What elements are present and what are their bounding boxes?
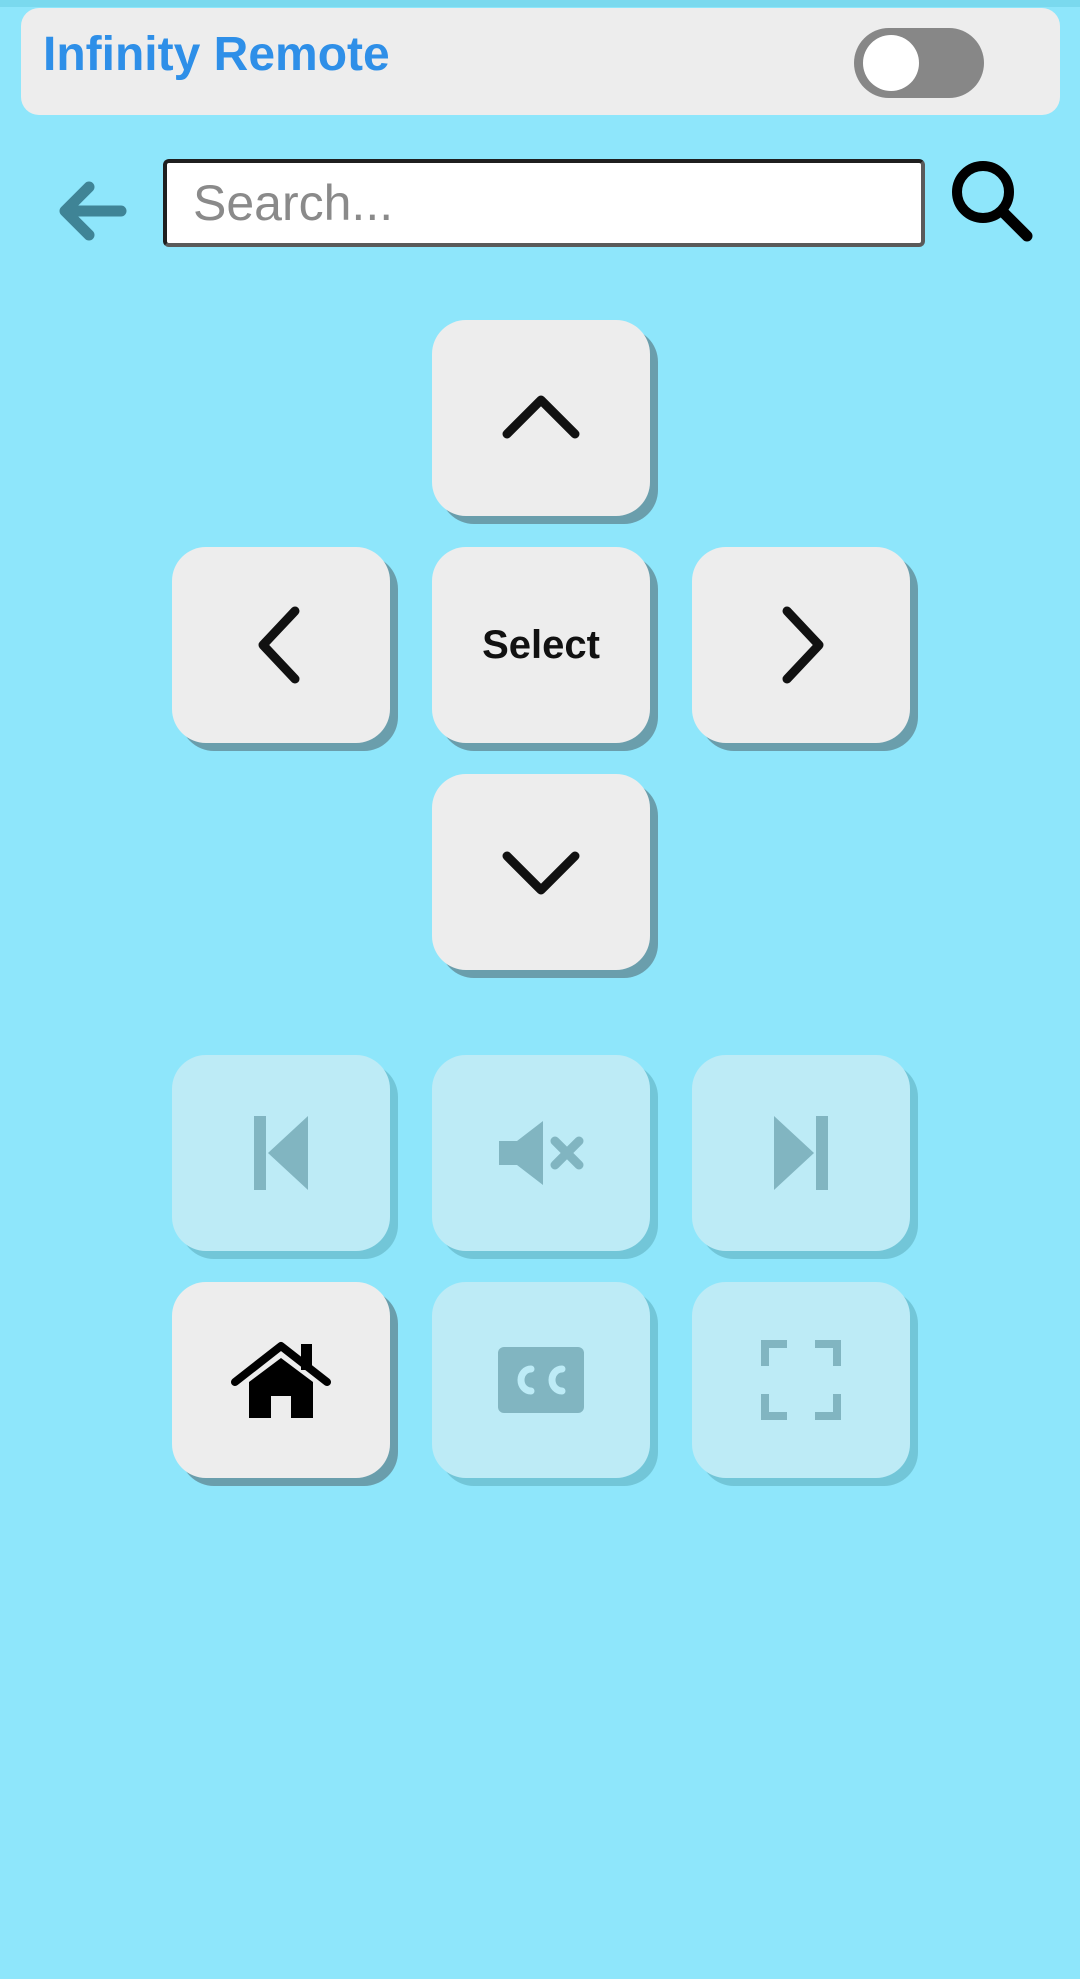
search-input[interactable] xyxy=(163,159,925,247)
fullscreen-button[interactable] xyxy=(692,1282,910,1478)
select-button[interactable]: Select xyxy=(432,547,650,743)
arrow-left-icon xyxy=(51,171,131,251)
chevron-up-icon xyxy=(501,388,581,448)
previous-button[interactable] xyxy=(172,1055,390,1251)
chevron-down-icon xyxy=(501,842,581,902)
select-label: Select xyxy=(482,622,600,667)
closed-captions-button[interactable] xyxy=(432,1282,650,1478)
mute-button[interactable] xyxy=(432,1055,650,1251)
back-button[interactable] xyxy=(48,168,134,254)
next-button[interactable] xyxy=(692,1055,910,1251)
cc-icon xyxy=(498,1347,584,1413)
volume-mute-icon xyxy=(495,1117,587,1189)
skip-previous-icon xyxy=(251,1113,311,1193)
status-strip xyxy=(0,0,1080,7)
dpad-left-button[interactable] xyxy=(172,547,390,743)
home-icon xyxy=(231,1338,331,1422)
chevron-right-icon xyxy=(771,605,831,685)
skip-next-icon xyxy=(771,1113,831,1193)
home-button[interactable] xyxy=(172,1282,390,1478)
search-button[interactable] xyxy=(944,153,1040,249)
dpad-up-button[interactable] xyxy=(432,320,650,516)
toggle-knob xyxy=(863,35,919,91)
app-header: Infinity Remote xyxy=(21,8,1060,115)
dpad-right-button[interactable] xyxy=(692,547,910,743)
fullscreen-icon xyxy=(761,1340,841,1420)
app-title: Infinity Remote xyxy=(43,28,390,81)
search-icon xyxy=(947,156,1037,246)
dpad-down-button[interactable] xyxy=(432,774,650,970)
chevron-left-icon xyxy=(251,605,311,685)
power-toggle[interactable] xyxy=(854,28,984,98)
